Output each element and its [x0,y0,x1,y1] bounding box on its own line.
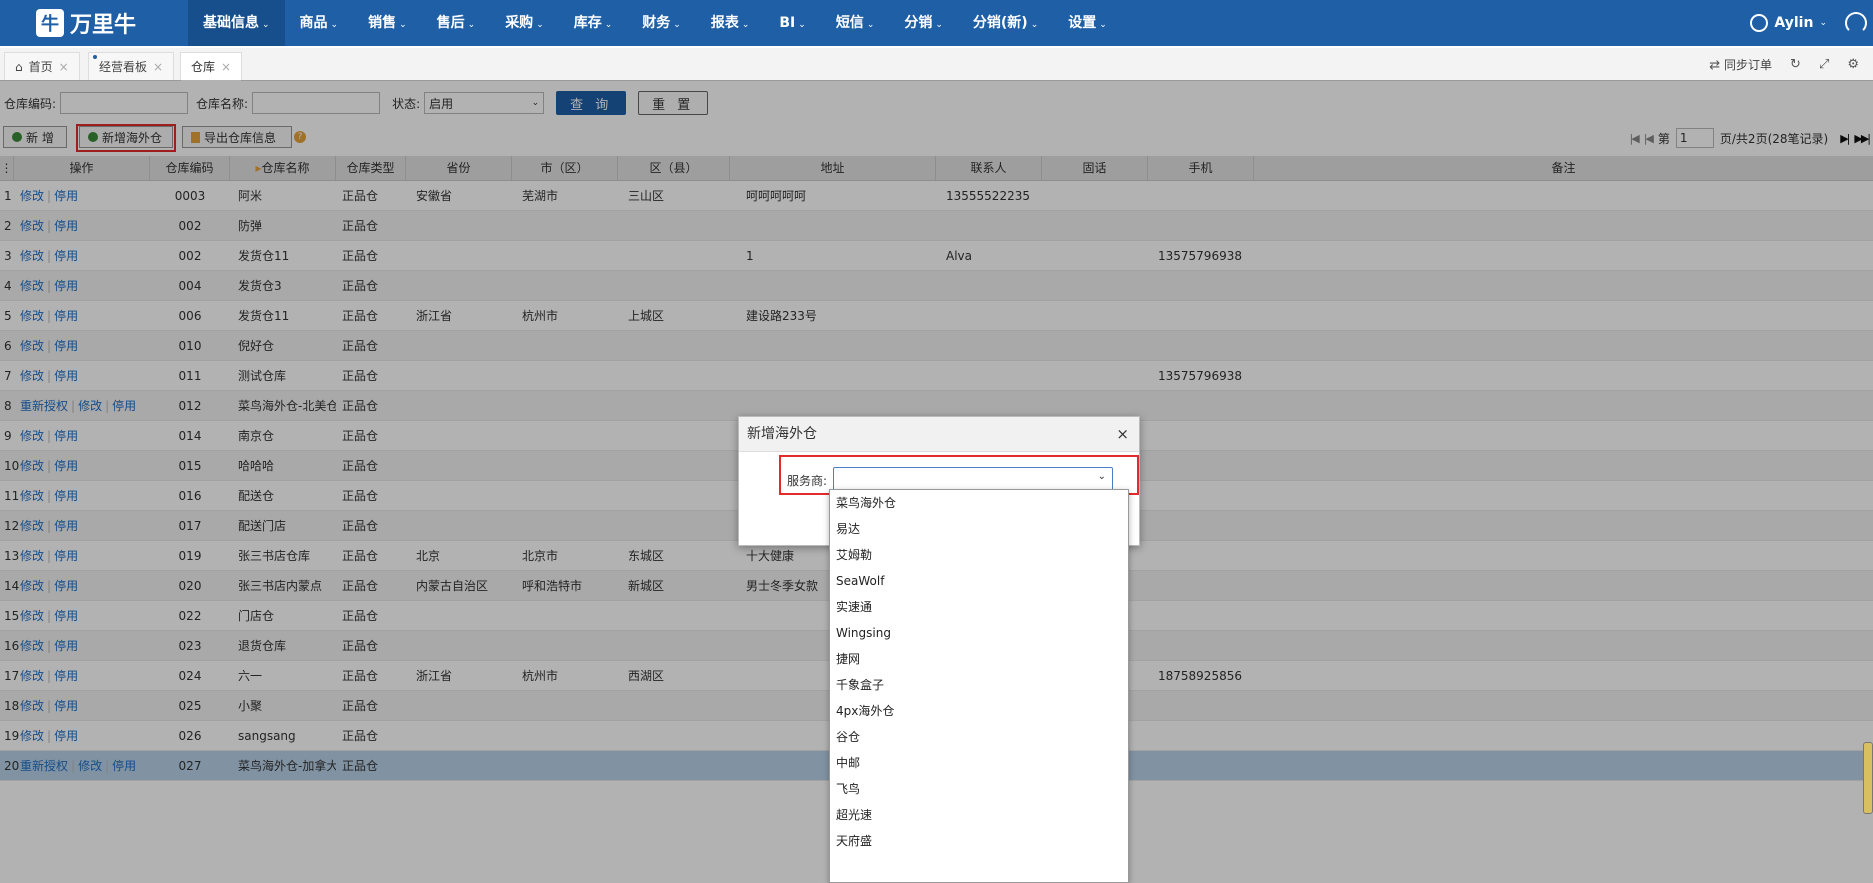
chevron-down-icon: ⌄ [935,20,943,30]
nav-item-label: 分销(新) [972,15,1028,31]
refresh-icon[interactable]: ↻ [1790,57,1801,72]
dropdown-option[interactable]: 4px海外仓 [830,698,1128,724]
chevron-down-icon: ⌄ [741,20,750,30]
close-icon[interactable]: × [59,53,69,81]
dropdown-option[interactable]: 天府盛 [830,828,1128,854]
tab-label: 首页 [28,59,53,74]
scroll-handle[interactable] [1863,742,1873,814]
dropdown-option[interactable]: 艾姆勒 [830,542,1128,568]
nav-item[interactable]: 基础信息 ⌄ [188,0,285,46]
nav-item-label: 设置 [1068,15,1097,31]
nav-item-label: 采购 [505,15,534,31]
chevron-down-icon: ⌄ [1819,18,1827,28]
sync-icon: ⇄ [1709,57,1721,73]
dropdown-option[interactable]: Wingsing [830,620,1128,646]
close-icon[interactable]: × [153,53,163,81]
nav-item[interactable]: 销售 ⌄ [353,0,422,46]
nav-item-label: 财务 [642,15,671,31]
user-name: Aylin [1774,15,1814,31]
nav-item[interactable]: 分销 ⌄ [889,0,958,46]
dropdown-option[interactable]: SeaWolf [830,568,1128,594]
user-icon [1750,14,1769,32]
chevron-down-icon: ⌄ [1030,20,1039,30]
dropdown-option[interactable]: 千象盒子 [830,672,1128,698]
user-menu[interactable]: Aylin ⌄ [1750,0,1827,46]
nav-item[interactable]: 售后 ⌄ [422,0,491,46]
chevron-down-icon: ⌄ [866,20,875,30]
nav-item[interactable]: 短信 ⌄ [821,0,890,46]
nav-item[interactable]: BI ⌄ [764,0,820,46]
unsaved-dot-icon [93,55,97,59]
nav-item[interactable]: 财务 ⌄ [627,0,696,46]
top-nav: 牛 万里牛 基础信息 ⌄ 商品 ⌄ 销售 ⌄ 售后 ⌄ 采购 ⌄ 库存 ⌄ 财务 ⌄ 报表 ⌄ BI ⌄ 短信 ⌄ 分销… [0,0,1873,46]
tab-label: 仓库 [191,60,216,74]
dropdown-option[interactable]: 菜鸟海外仓 [830,490,1128,516]
nav-item[interactable]: 报表 ⌄ [696,0,765,46]
nav-item-label: BI [779,15,796,31]
close-icon[interactable]: × [1116,417,1129,451]
tab-label: 经营看板 [99,59,148,74]
nav-item[interactable]: 分销(新) ⌄ [958,0,1053,46]
logo-text: 万里牛 [70,13,137,38]
dropdown-option[interactable]: 飞鸟 [830,776,1128,802]
tab-bar-actions: ⇄ 同步订单 ↻ ⤢ ⚙ [1709,48,1873,80]
chevron-down-icon: ⌄ [536,20,544,30]
nav-item[interactable]: 设置 ⌄ [1053,0,1122,46]
sync-orders-button[interactable]: ⇄ 同步订单 [1709,56,1772,73]
tab-dashboard[interactable]: 经营看板 × [88,52,175,81]
chevron-down-icon: ⌄ [330,20,339,30]
headset-icon[interactable] [1845,12,1867,34]
dialog-title: 新增海外仓 [747,426,817,442]
nav-item-label: 销售 [368,15,397,31]
tab-home[interactable]: ⌂ 首页 × [4,52,80,80]
provider-select[interactable]: ⌄ [833,467,1113,491]
provider-label: 服务商: [787,474,828,488]
tab-bar: ⌂ 首页 × 经营看板 × 仓库 × [0,48,1873,81]
tab-warehouse[interactable]: 仓库 × [180,52,243,81]
provider-dropdown-list: 菜鸟海外仓 易达 艾姆勒 SeaWolf 实速通 Wingsing 捷网 千象盒子 4px海外仓… [829,489,1129,883]
nav-item-label: 分销 [904,15,933,31]
dropdown-option[interactable]: 易达 [830,516,1128,542]
dropdown-option[interactable]: 实速通 [830,594,1128,620]
chevron-down-icon: ⌄ [262,20,270,30]
sync-label: 同步订单 [1724,57,1773,72]
nav-item-label: 商品 [299,15,328,31]
dropdown-option[interactable]: 谷仓 [830,724,1128,750]
nav-item-label: 售后 [436,15,465,31]
chevron-down-icon: ⌄ [1099,20,1107,30]
nav-item[interactable]: 库存 ⌄ [559,0,628,46]
settings-gear-icon[interactable]: ⚙ [1847,57,1859,72]
home-icon: ⌂ [15,59,23,74]
chevron-down-icon: ⌄ [604,20,613,30]
close-icon[interactable]: × [221,53,231,81]
nav-item[interactable]: 采购 ⌄ [490,0,559,46]
dropdown-option[interactable]: 超光速 [830,802,1128,828]
logo-mark-icon: 牛 [36,9,64,37]
chevron-down-icon: ⌄ [798,20,806,30]
chevron-down-icon: ⌄ [673,20,681,30]
dropdown-option[interactable]: 中邮 [830,750,1128,776]
nav-item-label: 短信 [835,15,864,31]
logo[interactable]: 牛 万里牛 [36,9,137,38]
fullscreen-icon[interactable]: ⤢ [1819,57,1829,72]
nav-item-label: 报表 [710,15,739,31]
nav-item-label: 库存 [573,15,602,31]
dropdown-option[interactable]: 捷网 [830,646,1128,672]
chevron-down-icon: ⌄ [1097,471,1106,482]
main-menu: 基础信息 ⌄ 商品 ⌄ 销售 ⌄ 售后 ⌄ 采购 ⌄ 库存 ⌄ 财务 ⌄ 报表 ⌄ BI ⌄ 短信 ⌄ 分销 ⌄ 分销(新)… [188,0,1122,46]
chevron-down-icon: ⌄ [399,20,407,30]
dialog-title-bar: 新增海外仓 × [739,417,1139,452]
nav-item[interactable]: 商品 ⌄ [285,0,354,46]
nav-item-label: 基础信息 [203,15,259,31]
chevron-down-icon: ⌄ [467,20,476,30]
